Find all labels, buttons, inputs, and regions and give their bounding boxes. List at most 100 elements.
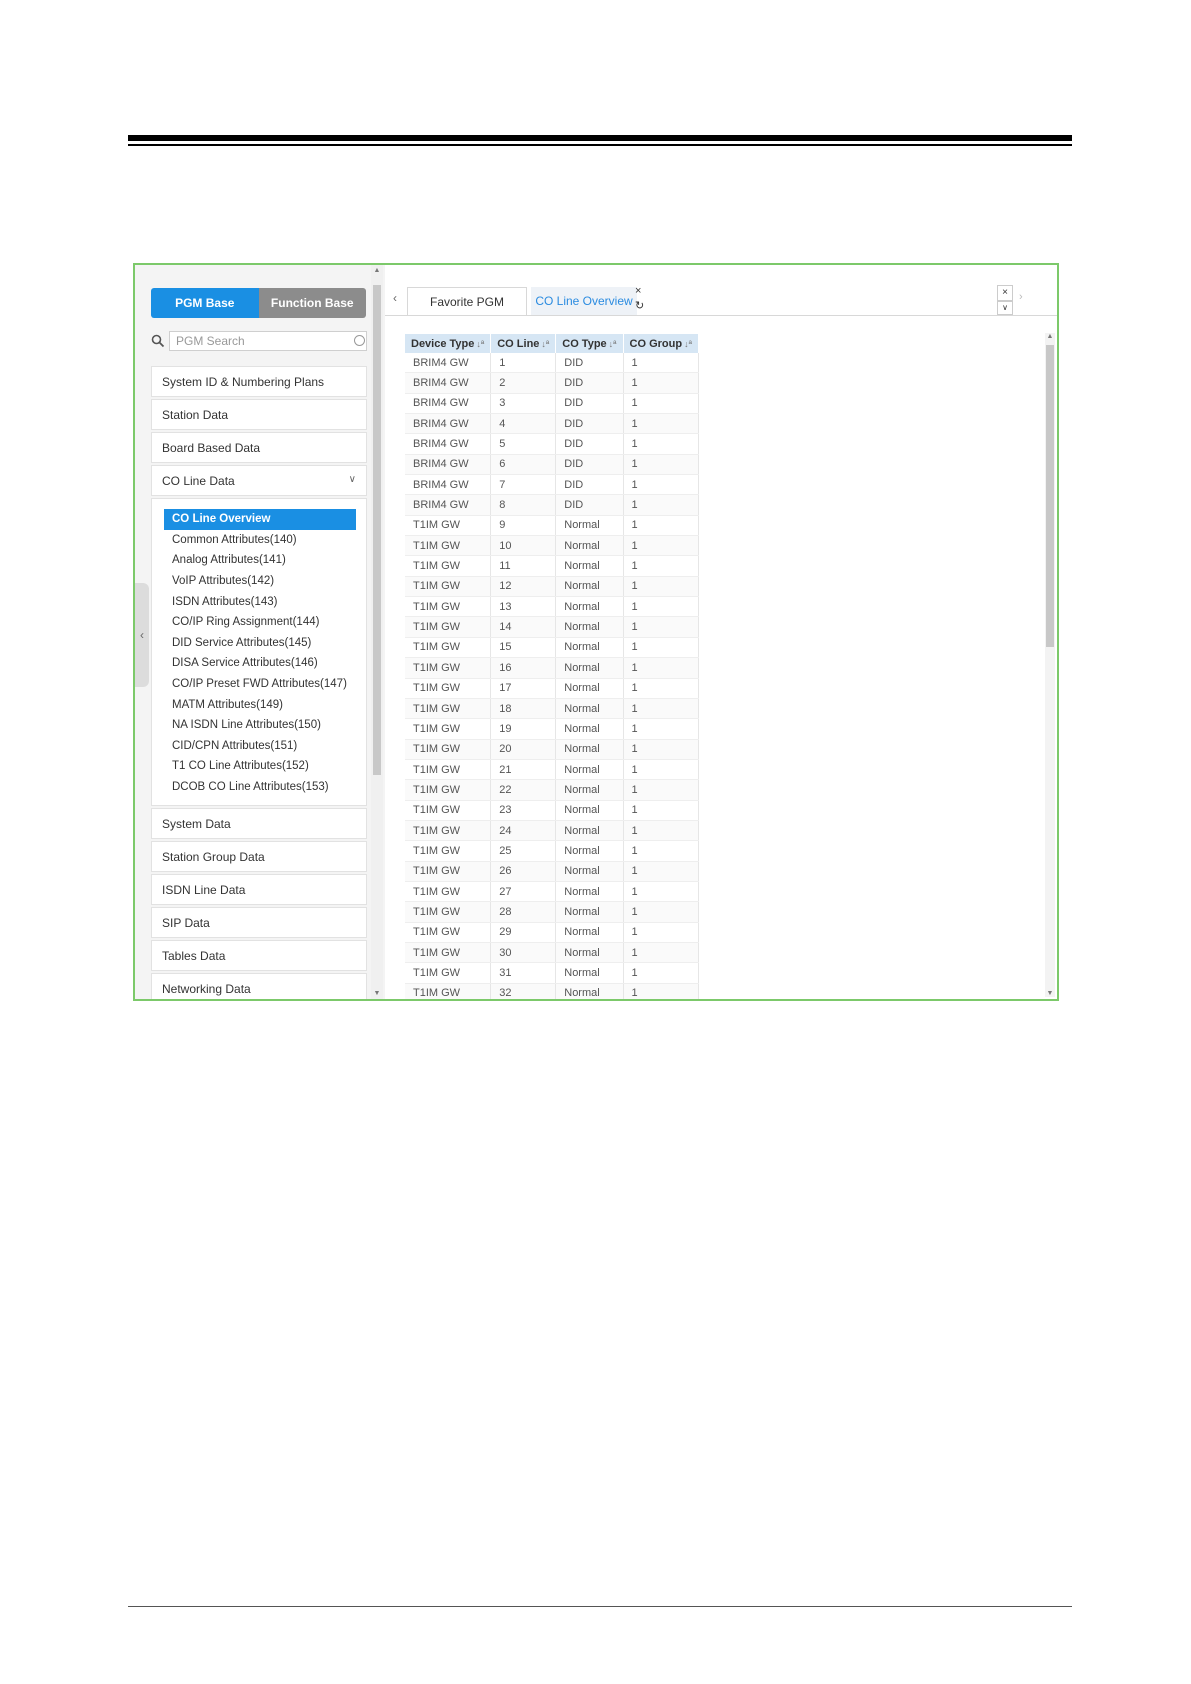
submenu-item-isdn-attributes-143[interactable]: ISDN Attributes(143) xyxy=(164,591,356,612)
sort-icon[interactable]: ↓ª xyxy=(684,339,692,349)
table-row[interactable]: BRIM4 GW 1 DID 1 xyxy=(405,353,699,374)
column-header-co-line[interactable]: CO Line ↓ª xyxy=(490,334,557,353)
table-row[interactable]: T1IM GW 16 Normal 1 xyxy=(405,657,699,679)
table-row[interactable]: T1IM GW 25 Normal 1 xyxy=(405,840,699,862)
table-row[interactable]: BRIM4 GW 8 DID 1 xyxy=(405,494,699,516)
table-row[interactable]: T1IM GW 11 Normal 1 xyxy=(405,555,699,577)
table-cell: 31 xyxy=(490,962,557,984)
tab-refresh-icon[interactable]: ↻ xyxy=(635,299,644,312)
table-row[interactable]: BRIM4 GW 2 DID 1 xyxy=(405,372,699,394)
table-row[interactable]: T1IM GW 22 Normal 1 xyxy=(405,779,699,801)
column-header-co-group[interactable]: CO Group ↓ª xyxy=(623,334,699,353)
column-header-device-type[interactable]: Device Type ↓ª xyxy=(405,334,492,353)
table-cell: 1 xyxy=(623,494,699,516)
table-row[interactable]: T1IM GW 13 Normal 1 xyxy=(405,596,699,618)
sort-icon[interactable]: ↓ª xyxy=(541,339,549,349)
pgm-search: PGM Search xyxy=(151,331,369,353)
table-row[interactable]: T1IM GW 32 Normal 1 xyxy=(405,983,699,999)
menu-item-station-data[interactable]: Station Data xyxy=(151,399,367,430)
table-row[interactable]: T1IM GW 24 Normal 1 xyxy=(405,820,699,842)
table-row[interactable]: T1IM GW 18 Normal 1 xyxy=(405,698,699,720)
table-scrollbar[interactable]: ▲ ▼ xyxy=(1045,333,1055,997)
table-scrollbar-thumb[interactable] xyxy=(1046,345,1054,647)
chevron-down-icon[interactable]: ∨ xyxy=(349,474,356,485)
table-cell: DID xyxy=(555,433,624,455)
table-row[interactable]: T1IM GW 10 Normal 1 xyxy=(405,535,699,557)
column-header-co-type[interactable]: CO Type ↓ª xyxy=(555,334,624,353)
tab-prev-icon[interactable]: ‹ xyxy=(393,291,397,305)
table-row[interactable]: T1IM GW 28 Normal 1 xyxy=(405,901,699,923)
scroll-up-icon[interactable]: ▲ xyxy=(1045,333,1055,340)
table-row[interactable]: T1IM GW 17 Normal 1 xyxy=(405,678,699,699)
submenu-item-t1-co-line-attributes-152[interactable]: T1 CO Line Attributes(152) xyxy=(164,756,356,777)
table-cell: 25 xyxy=(490,840,557,862)
submenu-item-cid-cpn-attributes-151[interactable]: CID/CPN Attributes(151) xyxy=(164,736,356,757)
table-cell: T1IM GW xyxy=(405,983,492,999)
table-cell: 5 xyxy=(490,433,557,455)
table-cell: BRIM4 GW xyxy=(405,393,492,415)
menu-item-system-id-numbering-plans[interactable]: System ID & Numbering Plans xyxy=(151,366,367,397)
table-row[interactable]: T1IM GW 14 Normal 1 xyxy=(405,616,699,638)
pgm-search-input[interactable]: PGM Search xyxy=(169,331,367,351)
menu-item-co-line-data[interactable]: CO Line Data ∨ xyxy=(151,465,367,496)
submenu-item-co-line-overview[interactable]: CO Line Overview xyxy=(164,509,356,530)
submenu-item-matm-attributes-149[interactable]: MATM Attributes(149) xyxy=(164,694,356,715)
table-row[interactable]: T1IM GW 27 Normal 1 xyxy=(405,881,699,903)
panel-chevron-down-icon[interactable]: ∨ xyxy=(997,301,1013,315)
submenu-item-na-isdn-line-attributes-150[interactable]: NA ISDN Line Attributes(150) xyxy=(164,715,356,736)
table-cell: Normal xyxy=(555,779,624,801)
menu-item-station-group-data[interactable]: Station Group Data xyxy=(151,841,367,873)
table-row[interactable]: T1IM GW 30 Normal 1 xyxy=(405,942,699,964)
table-cell: 1 xyxy=(623,353,699,374)
sort-icon[interactable]: ↓ª xyxy=(609,339,617,349)
menu-item-tables-data[interactable]: Tables Data xyxy=(151,940,367,972)
menu-item-isdn-line-data[interactable]: ISDN Line Data xyxy=(151,874,367,906)
scroll-down-icon[interactable]: ▼ xyxy=(1045,990,1055,997)
table-row[interactable]: T1IM GW 26 Normal 1 xyxy=(405,861,699,882)
tab-close-icon[interactable]: × xyxy=(635,285,641,297)
menu-item-networking-data[interactable]: Networking Data xyxy=(151,973,367,999)
tab-co-line-overview[interactable]: CO Line Overview xyxy=(531,287,637,315)
table-row[interactable]: T1IM GW 31 Normal 1 xyxy=(405,962,699,984)
submenu-item-dcob-co-line-attributes-153[interactable]: DCOB CO Line Attributes(153) xyxy=(164,777,356,798)
tab-next-icon[interactable]: › xyxy=(1019,291,1023,303)
table-row[interactable]: BRIM4 GW 6 DID 1 xyxy=(405,454,699,476)
submenu-item-disa-service-attributes-146[interactable]: DISA Service Attributes(146) xyxy=(164,653,356,674)
table-cell: T1IM GW xyxy=(405,861,492,882)
table-row[interactable]: BRIM4 GW 3 DID 1 xyxy=(405,393,699,415)
table-cell: 1 xyxy=(623,657,699,679)
menu-item-sip-data[interactable]: SIP Data xyxy=(151,907,367,939)
scroll-up-icon[interactable]: ▲ xyxy=(371,267,383,274)
submenu-item-analog-attributes-141[interactable]: Analog Attributes(141) xyxy=(164,550,356,571)
scroll-down-icon[interactable]: ▼ xyxy=(371,990,383,997)
table-row[interactable]: T1IM GW 20 Normal 1 xyxy=(405,739,699,760)
submenu-item-common-attributes-140[interactable]: Common Attributes(140) xyxy=(164,530,356,551)
submenu-item-voip-attributes-142[interactable]: VoIP Attributes(142) xyxy=(164,571,356,592)
function-base-button[interactable]: Function Base xyxy=(258,288,366,318)
left-scrollbar[interactable]: ▲ ▼ xyxy=(371,265,383,999)
search-clear-icon[interactable] xyxy=(354,335,365,346)
table-row[interactable]: T1IM GW 9 Normal 1 xyxy=(405,515,699,537)
left-scrollbar-thumb[interactable] xyxy=(373,285,381,775)
pgm-base-button[interactable]: PGM Base xyxy=(151,288,259,318)
table-row[interactable]: T1IM GW 21 Normal 1 xyxy=(405,759,699,781)
table-row[interactable]: BRIM4 GW 5 DID 1 xyxy=(405,433,699,455)
table-row[interactable]: T1IM GW 23 Normal 1 xyxy=(405,800,699,821)
submenu-item-did-service-attributes-145[interactable]: DID Service Attributes(145) xyxy=(164,633,356,654)
menu-item-board-based-data[interactable]: Board Based Data xyxy=(151,432,367,463)
submenu-item-co-ip-ring-assignment-144[interactable]: CO/IP Ring Assignment(144) xyxy=(164,612,356,633)
panel-close-icon[interactable]: × xyxy=(997,285,1013,301)
table-row[interactable]: BRIM4 GW 7 DID 1 xyxy=(405,474,699,496)
sort-icon[interactable]: ↓ª xyxy=(476,339,484,349)
tab-favorite-pgm[interactable]: Favorite PGM xyxy=(407,287,527,315)
table-cell: 1 xyxy=(623,739,699,760)
table-row[interactable]: T1IM GW 29 Normal 1 xyxy=(405,922,699,943)
table-row[interactable]: BRIM4 GW 4 DID 1 xyxy=(405,413,699,435)
submenu-item-co-ip-preset-fwd-attributes-147[interactable]: CO/IP Preset FWD Attributes(147) xyxy=(164,674,356,695)
table-row[interactable]: T1IM GW 19 Normal 1 xyxy=(405,718,699,740)
table-row[interactable]: T1IM GW 12 Normal 1 xyxy=(405,576,699,598)
table-row[interactable]: T1IM GW 15 Normal 1 xyxy=(405,637,699,659)
menu-item-label: Station Group Data xyxy=(162,849,265,864)
menu-item-system-data[interactable]: System Data xyxy=(151,808,367,840)
panel-collapse-handle[interactable]: ‹ xyxy=(135,583,149,687)
